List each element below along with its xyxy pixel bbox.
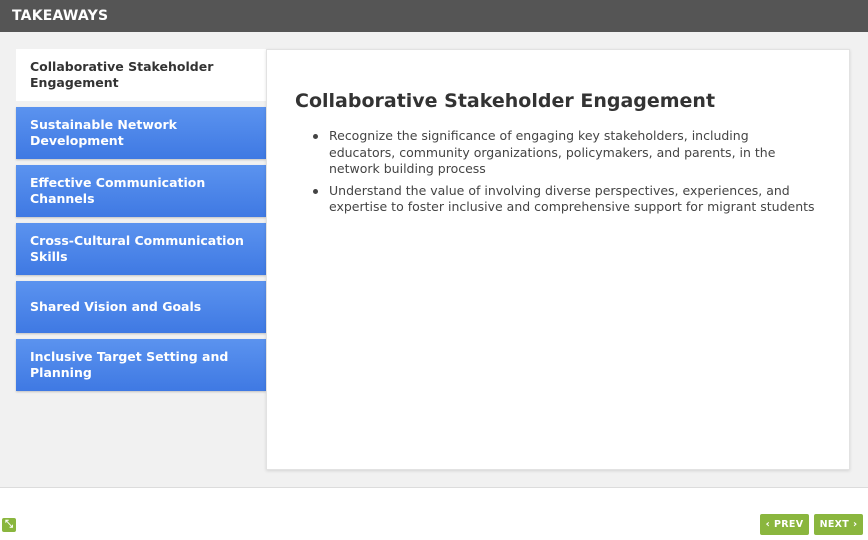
tab-shared-vision-and-goals[interactable]: Shared Vision and Goals: [16, 281, 266, 333]
tab-label: Effective Communication Channels: [30, 175, 206, 206]
list-item: Recognize the significance of engaging k…: [313, 128, 817, 178]
page-title: TAKEAWAYS: [12, 8, 109, 24]
panel-title: Collaborative Stakeholder Engagement: [295, 90, 716, 112]
takeaway-tabs: Collaborative Stakeholder Engagement Sus…: [16, 49, 268, 397]
tab-label: Inclusive Target Setting and Planning: [30, 349, 229, 380]
prev-label: PREV: [774, 519, 804, 530]
tab-cross-cultural-communication-skills[interactable]: Cross-Cultural Communication Skills: [16, 223, 266, 275]
tab-label: Sustainable Network Development: [30, 117, 177, 148]
content-stage: Collaborative Stakeholder Engagement Sus…: [0, 32, 868, 488]
tab-label: Collaborative Stakeholder Engagement: [30, 59, 214, 90]
page-header: TAKEAWAYS: [0, 0, 868, 32]
tab-sustainable-network-development[interactable]: Sustainable Network Development: [16, 107, 266, 159]
next-button[interactable]: NEXT ›: [814, 514, 863, 535]
tab-label: Cross-Cultural Communication Skills: [30, 233, 244, 264]
tab-label: Shared Vision and Goals: [30, 299, 202, 314]
tab-collaborative-stakeholder-engagement[interactable]: Collaborative Stakeholder Engagement: [16, 49, 268, 101]
next-label: NEXT: [819, 519, 850, 530]
chevron-left-icon: ‹: [765, 519, 771, 530]
tab-content-panel: Collaborative Stakeholder Engagement Rec…: [266, 49, 850, 470]
tab-inclusive-target-setting[interactable]: Inclusive Target Setting and Planning: [16, 339, 266, 391]
takeaway-list: Recognize the significance of engaging k…: [295, 128, 821, 216]
prev-button[interactable]: ‹ PREV: [760, 514, 809, 535]
collapse-arrows-icon[interactable]: ⤡: [2, 518, 16, 532]
list-item: Understand the value of involving divers…: [313, 183, 817, 216]
chevron-right-icon: ›: [853, 519, 858, 530]
tab-effective-communication-channels[interactable]: Effective Communication Channels: [16, 165, 266, 217]
